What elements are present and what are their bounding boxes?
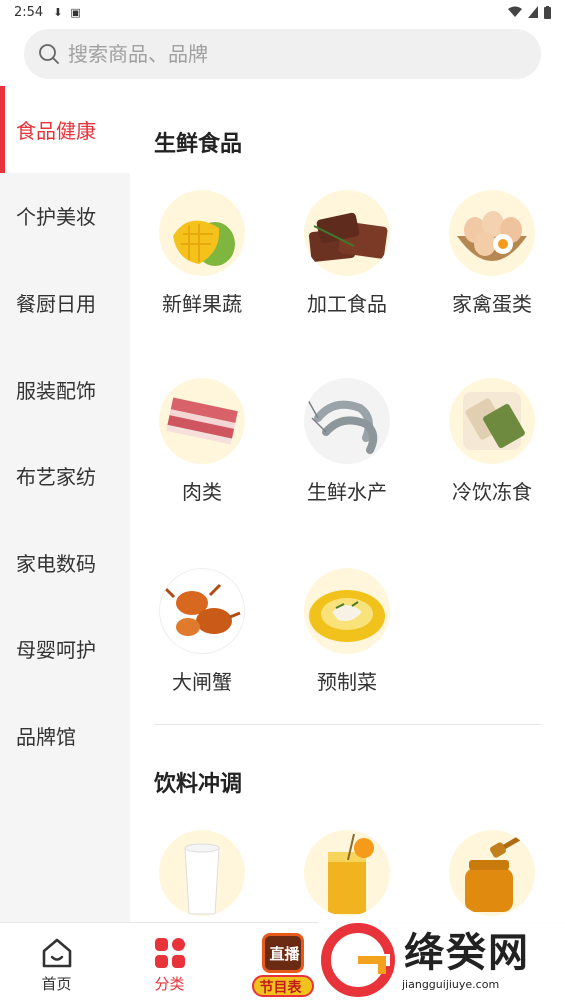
category-label: 生鲜水产 bbox=[307, 480, 387, 504]
search-input[interactable] bbox=[68, 42, 488, 66]
category-label: 预制菜 bbox=[317, 670, 377, 694]
watermark-url: jiangguijiuye.com bbox=[402, 978, 500, 991]
watermark-text: 绛癸网 bbox=[404, 930, 530, 976]
pork-belly-icon bbox=[159, 378, 245, 464]
section-divider bbox=[154, 724, 541, 725]
status-bar: 2:54 ⬇ ▣ bbox=[0, 0, 565, 24]
category-tile[interactable]: 家禽蛋类 bbox=[432, 190, 552, 317]
schedule-label: 节目表 bbox=[259, 980, 302, 996]
sidebar-item-baby[interactable]: 母婴呵护 bbox=[0, 606, 130, 693]
category-tile[interactable]: 新鲜果蔬 bbox=[142, 190, 262, 317]
notification-icon: ▣ bbox=[70, 5, 81, 19]
status-time: 2:54 bbox=[14, 4, 44, 20]
category-label: 新鲜果蔬 bbox=[162, 292, 242, 316]
category-tile[interactable] bbox=[287, 830, 407, 916]
sidebar-item-label: 母婴呵护 bbox=[16, 638, 96, 663]
home-icon bbox=[42, 938, 71, 968]
juice-icon bbox=[304, 830, 390, 916]
category-content: 生鲜食品 新鲜果蔬 加工食品 家禽蛋类 肉类 生鲜水产 冷饮冻食 大闸蟹 预制菜… bbox=[130, 86, 565, 922]
sidebar-item-label: 家电数码 bbox=[16, 551, 96, 576]
popsicle-icon bbox=[449, 378, 535, 464]
category-tile[interactable]: 肉类 bbox=[142, 378, 262, 505]
shrimp-icon bbox=[304, 378, 390, 464]
sidebar-item-label: 服装配饰 bbox=[16, 378, 96, 403]
signal-icon bbox=[528, 6, 538, 18]
category-tile[interactable] bbox=[432, 830, 552, 916]
nav-category[interactable]: 分类 bbox=[113, 923, 226, 1004]
sidebar-item-label: 餐厨日用 bbox=[16, 291, 96, 316]
category-label: 家禽蛋类 bbox=[452, 292, 532, 316]
nav-label: 分类 bbox=[154, 975, 185, 993]
sidebar-item-food-health[interactable]: 食品健康 bbox=[0, 86, 130, 173]
live-label: 直播 bbox=[269, 945, 300, 963]
category-tile[interactable]: 冷饮冻食 bbox=[432, 378, 552, 505]
search-icon bbox=[39, 44, 59, 64]
category-sidebar: 食品健康 个护美妆 餐厨日用 服装配饰 布艺家纺 家电数码 母婴呵护 品牌馆 bbox=[0, 86, 130, 922]
eggs-icon bbox=[449, 190, 535, 276]
sidebar-item-kitchen[interactable]: 餐厨日用 bbox=[0, 259, 130, 346]
category-label: 加工食品 bbox=[307, 292, 387, 316]
prepared-dish-icon bbox=[304, 568, 390, 654]
nav-label: 首页 bbox=[41, 975, 72, 993]
sidebar-item-personal-care[interactable]: 个护美妆 bbox=[0, 173, 130, 260]
category-label: 肉类 bbox=[182, 480, 222, 504]
watermark: 绛癸网 jiangguijiuye.com bbox=[318, 918, 565, 1004]
watermark-logo-icon bbox=[321, 923, 395, 997]
category-icon bbox=[154, 938, 185, 968]
sidebar-item-textiles[interactable]: 布艺家纺 bbox=[0, 432, 130, 519]
crab-icon bbox=[159, 568, 245, 654]
section-title-fresh: 生鲜食品 bbox=[154, 132, 243, 157]
milk-icon bbox=[159, 830, 245, 916]
mango-icon bbox=[159, 190, 245, 276]
category-tile[interactable]: 预制菜 bbox=[287, 568, 407, 695]
sidebar-item-label: 食品健康 bbox=[16, 118, 96, 143]
category-tile[interactable]: 大闸蟹 bbox=[142, 568, 262, 695]
section-title-drinks: 饮料冲调 bbox=[154, 772, 243, 797]
sidebar-item-electronics[interactable]: 家电数码 bbox=[0, 519, 130, 606]
honey-icon bbox=[449, 830, 535, 916]
category-tile[interactable]: 加工食品 bbox=[287, 190, 407, 317]
download-icon: ⬇ bbox=[53, 5, 63, 19]
sidebar-item-brands[interactable]: 品牌馆 bbox=[0, 692, 130, 779]
sidebar-item-label: 品牌馆 bbox=[16, 724, 76, 749]
category-tile[interactable] bbox=[142, 830, 262, 916]
live-tv-icon: 直播 节目表 bbox=[248, 929, 318, 999]
sidebar-item-apparel[interactable]: 服装配饰 bbox=[0, 346, 130, 433]
category-label: 冷饮冻食 bbox=[452, 480, 532, 504]
category-label: 大闸蟹 bbox=[172, 670, 232, 694]
sidebar-item-label: 布艺家纺 bbox=[16, 465, 96, 490]
wifi-icon bbox=[508, 6, 522, 17]
category-tile[interactable]: 生鲜水产 bbox=[287, 378, 407, 505]
battery-icon bbox=[544, 5, 551, 19]
search-bar[interactable] bbox=[24, 29, 541, 79]
nav-home[interactable]: 首页 bbox=[0, 923, 113, 1004]
beef-jerky-icon bbox=[304, 190, 390, 276]
sidebar-item-label: 个护美妆 bbox=[16, 205, 96, 230]
